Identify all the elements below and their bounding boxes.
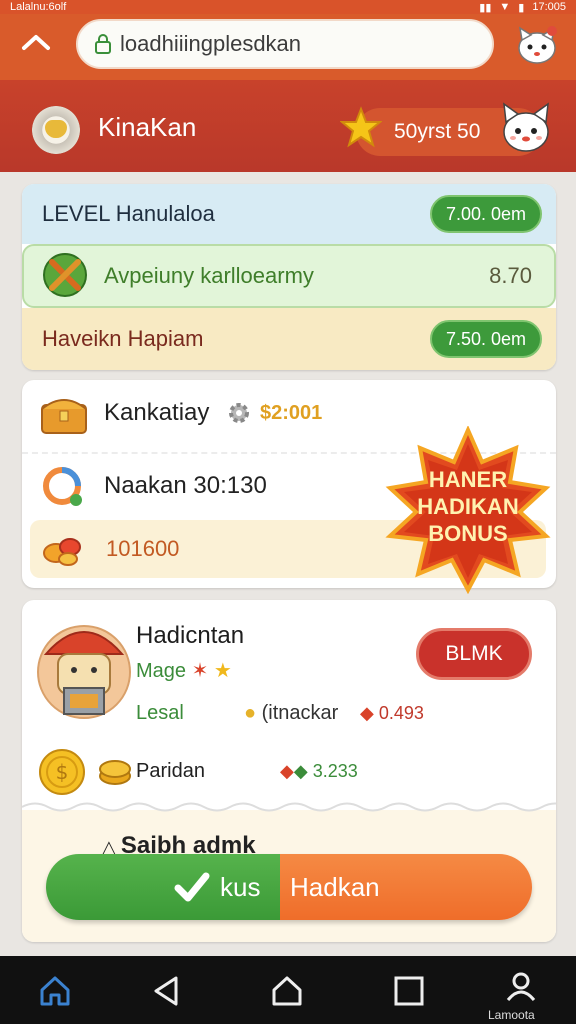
system-nav-bar: Lamoota [0, 956, 576, 1024]
url-bar[interactable]: loadhiiingplesdkan [76, 19, 494, 69]
recent-apps-icon[interactable] [392, 974, 426, 1008]
level-label: LEVEL Hanulaloa [42, 201, 215, 226]
level-value: 8.70 [489, 263, 532, 288]
gear-icon [229, 403, 249, 423]
yellow-star-icon: ★ [213, 660, 232, 682]
crossed-tools-icon [43, 253, 87, 297]
character-level: Lesal [136, 702, 184, 724]
character-name: Hadicntan [136, 622, 245, 649]
lock-icon [95, 34, 111, 54]
paridan-value: ◆◆ 3.233 [280, 761, 358, 781]
home-icon[interactable] [18, 32, 54, 62]
url-text: loadhiiingplesdkan [120, 31, 302, 56]
hadkan-button-label: Hadkan [290, 871, 380, 902]
wifi-icon: ▼ [499, 0, 511, 13]
wavy-divider [22, 802, 556, 812]
paridan-label: Paridan [136, 760, 205, 782]
level-row[interactable]: Haveikn Hapiam 7.50. 0em [22, 308, 556, 370]
character-class: Mage ✶ ★ [136, 660, 232, 682]
mascot-avatar-icon[interactable] [514, 22, 560, 68]
star-icon [340, 106, 382, 148]
battery-icon: ▮ [518, 1, 525, 14]
signal-icon: ▮▮ [479, 1, 492, 14]
balloon-icon: ● [244, 702, 262, 724]
blmk-button[interactable]: BLMK [416, 628, 532, 680]
refresh-ring-icon [43, 467, 82, 506]
checkmark-icon [174, 872, 210, 902]
confirm-button-label: kus [220, 871, 261, 902]
level-label: Haveikn Hapiam [42, 326, 204, 351]
confirm-button[interactable]: kus [46, 854, 280, 920]
reward-amount: $2:001 [260, 401, 323, 424]
bonus-text: HANER HADIKAN BONUS [417, 467, 519, 546]
level-value-pill[interactable]: 7.50. 0em [429, 320, 542, 358]
coin-stack-icon [99, 760, 131, 785]
gem-icon: ◆ [280, 761, 294, 781]
detail-value: ◆ 0.493 [360, 703, 424, 723]
reward-label: 101600 [106, 536, 180, 561]
action-bar: kus Hadkan [46, 854, 532, 920]
level-label: Avpeiuny karlloearmy [104, 263, 314, 288]
level-row[interactable]: LEVEL Hanulaloa 7.00. 0em [22, 184, 556, 244]
home-nav-icon[interactable] [38, 974, 72, 1008]
level-value-pill[interactable]: 7.00. 0em [429, 195, 542, 233]
level-row[interactable]: Avpeiuny karlloearmy 8.70 [22, 244, 556, 308]
red-star-icon: ✶ [191, 660, 209, 682]
status-bar: Lalalnu:6olf ▮▮ ▼ ▮ 17:005 [0, 0, 576, 14]
dollar-coin-icon: $ [39, 749, 85, 795]
browser-toolbar: loadhiiingplesdkan [0, 14, 576, 80]
gold-nuggets-icon [43, 538, 81, 566]
svg-text:$: $ [56, 760, 69, 784]
profile-icon[interactable] [504, 970, 538, 1004]
character-detail: ● (itnackar [244, 702, 339, 724]
coin-balance-text: 50yrst 50 [394, 120, 481, 143]
status-time: 17:005 [532, 0, 566, 13]
app-title: KinaKan [98, 112, 197, 142]
profile-nav-label: Lamoota [488, 1008, 535, 1022]
hadkan-button[interactable]: Hadkan [280, 854, 532, 920]
back-icon[interactable] [150, 974, 184, 1008]
reward-label: Naakan 30:130 [104, 472, 267, 499]
reward-label: Kankatiay [104, 399, 210, 426]
levels-card: LEVEL Hanulaloa 7.00. 0em Avpeiuny karll… [22, 184, 556, 370]
cat-mascot-icon [503, 102, 549, 152]
home-button-icon[interactable] [270, 974, 304, 1008]
app-logo-icon [32, 106, 80, 154]
status-left-text: Lalalnu:6olf [10, 1, 67, 13]
gem-icon: ◆ [360, 703, 374, 723]
app-header: KinaKan 50yrst 50 [0, 80, 576, 172]
treasure-chest-icon [41, 399, 87, 434]
gem-icon: ◆ [293, 761, 308, 781]
character-avatar[interactable] [36, 614, 132, 724]
